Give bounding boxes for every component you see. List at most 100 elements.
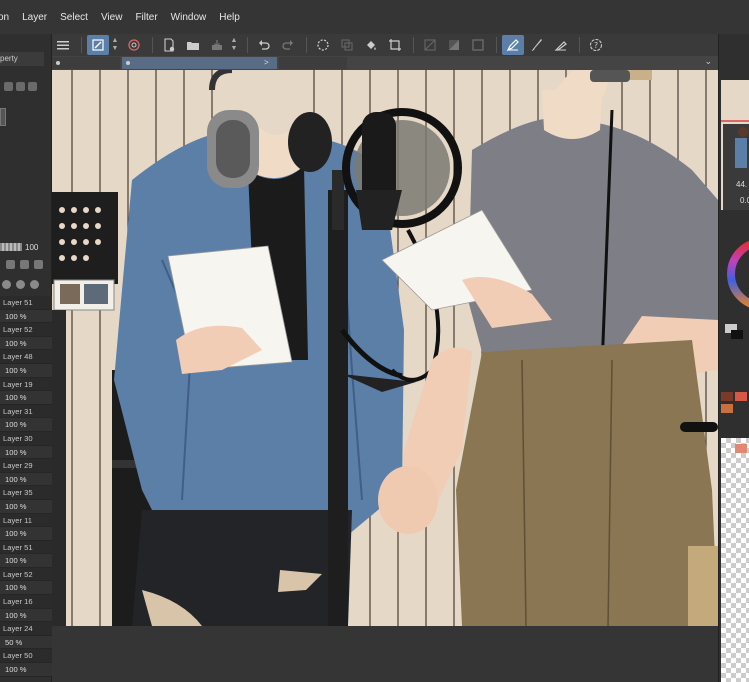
layer-name[interactable]: Layer 29 [0,459,52,473]
zoom-value[interactable]: 44. [736,180,747,189]
property-tab[interactable]: perty [0,52,44,66]
tab-dot-icon [56,61,60,65]
transparent-preview [721,438,749,682]
opacity-value[interactable]: 100 [25,243,38,252]
layer-name[interactable]: Layer 51 [0,296,52,310]
rotation-value[interactable]: 0.0 [740,196,749,205]
grid-icon[interactable] [28,81,37,91]
toolbar-divider [247,37,248,53]
panel-toolbar [0,78,50,94]
menu-item-window[interactable]: Window [171,12,207,23]
menu-item-layer[interactable]: Layer [22,12,47,23]
pen-select-icon[interactable] [502,35,524,55]
save-icon[interactable] [206,35,228,55]
layer-name[interactable]: Layer 30 [0,431,52,446]
navigator-panel: 44. 0.0 [718,34,749,682]
canvas-tab[interactable] [279,57,347,69]
checker-icon[interactable] [4,81,13,91]
layer-opacity[interactable]: 100 % [0,581,52,596]
layer-name[interactable]: Layer 24 [0,622,52,636]
menu-item-select[interactable]: Select [60,12,88,23]
fill-icon[interactable] [360,35,382,55]
color-swatch-brown[interactable] [721,392,733,401]
layer-name[interactable]: Layer 35 [0,486,52,500]
layer-opacity[interactable]: 100 % [0,363,52,378]
transform-icon[interactable] [87,35,109,55]
artwork-illustration [52,70,718,626]
open-folder-icon[interactable] [182,35,204,55]
redo-icon[interactable] [277,35,299,55]
layer-opacity[interactable]: 100 % [0,445,52,460]
toolbar-divider [579,37,580,53]
toolbar-divider [413,37,414,53]
layer-opacity[interactable]: 100 % [0,608,52,623]
layer-name[interactable]: Layer 19 [0,377,52,392]
color-swatch-orange[interactable] [721,404,733,413]
brush-icon[interactable] [526,35,548,55]
save-spinner[interactable]: ▲ ▼ [230,37,238,53]
layer-name[interactable]: Layer 50 [0,649,52,664]
canvas-tab-active[interactable]: > [122,57,277,69]
opacity-slider[interactable] [0,243,22,251]
canvas-tab[interactable] [52,57,120,69]
layer-opacity[interactable]: 100 % [0,554,52,568]
trash-icon[interactable] [30,280,39,289]
border-icon[interactable] [467,35,489,55]
help-icon[interactable]: ? [585,35,607,55]
sub-color-swatch[interactable] [731,330,743,339]
tab-arrow-icon: > [264,58,269,67]
menu-item-help[interactable]: Help [219,12,240,23]
eraser-icon[interactable] [550,35,572,55]
layer-opacity[interactable]: 100 % [0,527,52,541]
color-swatch-salmon[interactable] [735,444,747,453]
layer-opacity[interactable]: 100 % [0,309,52,324]
chevron-down-icon[interactable]: ⌄ [704,56,712,67]
color-swatch-red[interactable] [735,392,747,401]
layer-opacity[interactable]: 100 % [0,336,52,351]
layer-name[interactable]: Layer 52 [0,567,52,582]
menu-item-view[interactable]: View [101,12,123,23]
lasso-icon[interactable] [123,35,145,55]
layer-action-row [0,280,52,294]
layer-opacity[interactable]: 100 % [0,391,52,405]
lock-icon[interactable] [6,260,15,269]
canvas-backdrop [52,626,718,682]
toolbar-divider [152,37,153,53]
copy-icon[interactable] [336,35,358,55]
mask-layer-icon[interactable] [34,260,43,269]
drawing-canvas[interactable] [52,70,718,626]
navigator-thumbnail[interactable] [721,80,749,210]
color-wheel[interactable] [723,230,749,310]
layer-opacity[interactable]: 100 % [0,499,52,514]
layer-opacity[interactable]: 100 % [0,418,52,432]
layer-panel: perty 100 Layer 51 100 % Layer 52 100 % … [0,34,52,682]
layer-name[interactable]: Layer 52 [0,323,52,337]
layer-name[interactable]: Layer 16 [0,595,52,609]
layer-name[interactable]: Layer 11 [0,513,52,528]
mask-icon[interactable] [443,35,465,55]
layer-name[interactable]: Layer 31 [0,404,52,419]
undo-icon[interactable] [253,35,275,55]
layer-name[interactable]: Layer 48 [0,350,52,364]
toolbar-divider [81,37,82,53]
clear-icon[interactable] [312,35,334,55]
layer-name[interactable]: Layer 51 [0,540,52,555]
layer-opacity[interactable]: 50 % [0,635,52,650]
menu-item-filter[interactable]: Filter [135,12,157,23]
transform-spinner[interactable]: ▲ ▼ [111,37,119,53]
menu-item-animation[interactable]: on [0,12,9,23]
record-icon[interactable] [16,280,25,289]
new-layer-icon[interactable] [2,280,11,289]
layer-list: Layer 51 100 % Layer 52 100 % Layer 48 1… [0,296,52,677]
blend-mode-select[interactable] [0,108,6,126]
reference-icon[interactable] [20,260,29,269]
crop-icon[interactable] [384,35,406,55]
layer-opacity[interactable]: 100 % [0,472,52,487]
canvas-tab-strip: > ⌄ [52,56,718,70]
hamburger-icon[interactable] [52,35,74,55]
deselect-icon[interactable] [419,35,441,55]
new-file-icon[interactable] [158,35,180,55]
svg-text:?: ? [594,41,598,50]
layer-opacity[interactable]: 100 % [0,663,52,677]
layer-mode-icon[interactable] [16,81,25,91]
